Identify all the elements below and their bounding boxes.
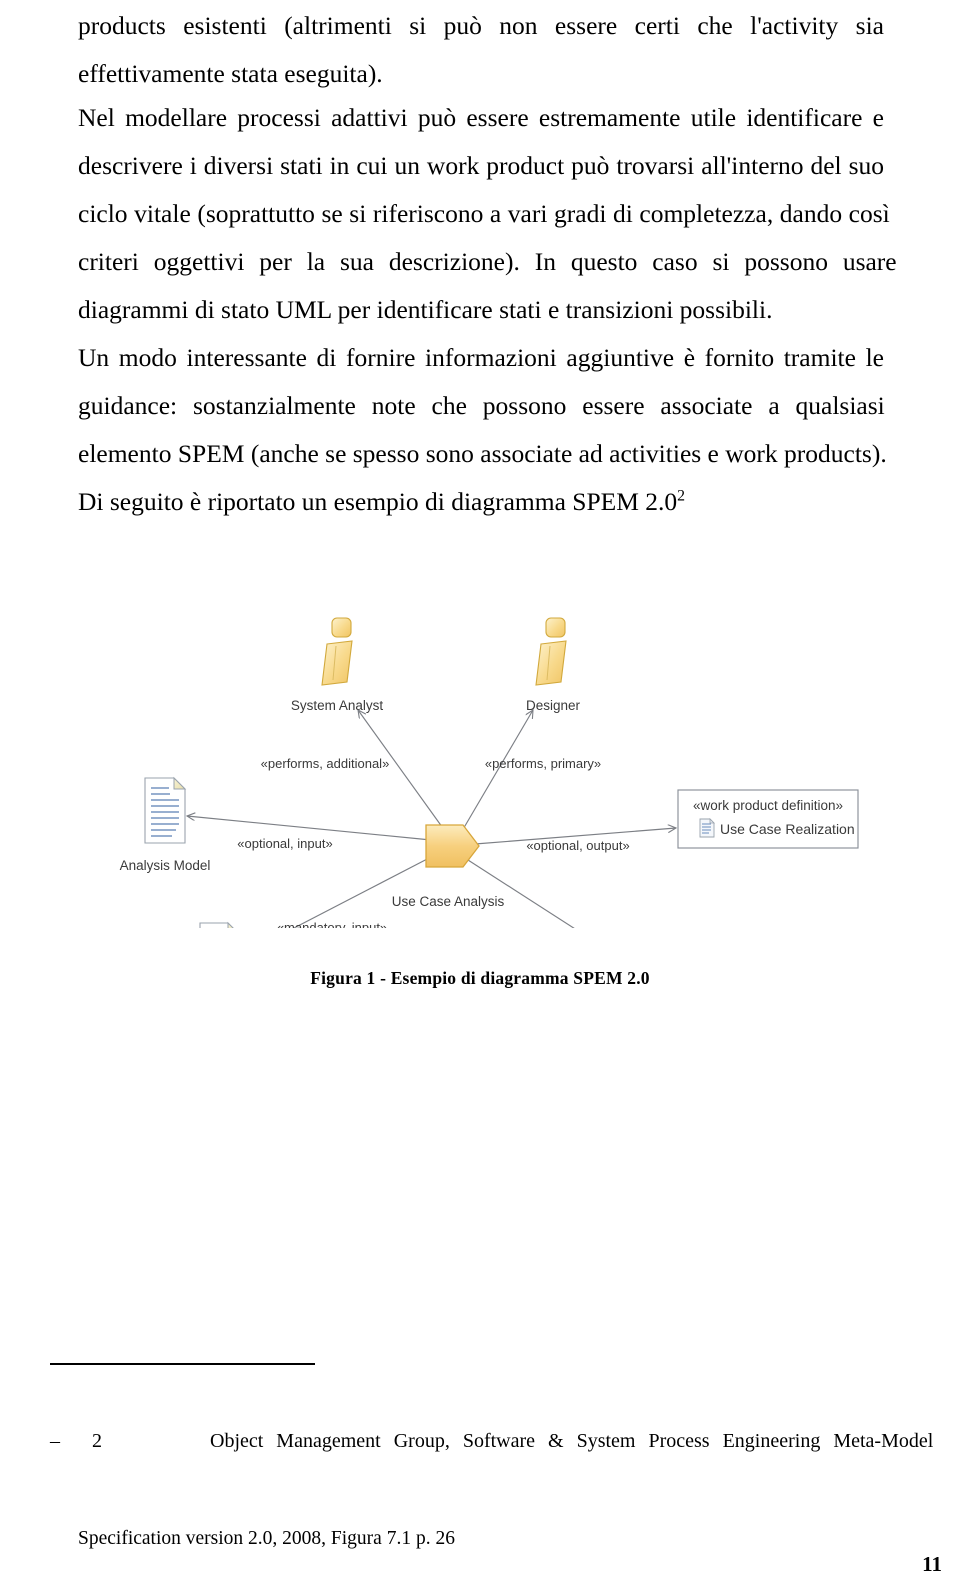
stereotype-label: «work product definition» (693, 798, 843, 813)
role-icon (535, 617, 567, 686)
node-label: Use Case Analysis (392, 894, 505, 909)
document-page: products esistenti (altrimenti si può no… (0, 0, 960, 1590)
footnote-number: 2 (92, 1430, 102, 1452)
footnote-text: Object Management Group, Software & Syst… (210, 1430, 934, 1452)
node-system-analyst[interactable]: System Analyst (291, 617, 384, 713)
node-use-case-input[interactable]: Use Case (188, 921, 247, 928)
text-line: Di seguito è riportato un esempio di dia… (78, 487, 678, 516)
edge-label: «mandatory, input» (277, 920, 387, 928)
footnote-marker: 2 (677, 487, 686, 505)
node-label: System Analyst (291, 698, 384, 713)
figure-caption: Figura 1 - Esempio di diagramma SPEM 2.0 (310, 968, 650, 988)
footnote-dash: – (50, 1430, 60, 1452)
text-line: Un modo interessante di fornire informaz… (78, 343, 884, 372)
role-icon (321, 617, 353, 686)
edge-label: «performs, primary» (485, 756, 601, 771)
text-line: criteri oggettivi per la sua descrizione… (78, 247, 897, 276)
text-line-with-footnote: Di seguito è riportato un esempio di dia… (78, 478, 884, 526)
page-number: 11 (922, 1552, 942, 1576)
paragraph-main: Nel modellare processi adattivi può esse… (78, 94, 897, 526)
footnote-separator (50, 1363, 315, 1365)
node-designer[interactable]: Designer (526, 617, 581, 713)
text-line: elemento SPEM (anche se spesso sono asso… (78, 439, 887, 468)
node-label: Designer (526, 698, 581, 713)
activity-shape (425, 824, 480, 868)
text-line: ciclo vitale (soprattutto se si riferisc… (78, 199, 890, 228)
footnote-line-1: – 2 Object Management Group, Software & Sy… (50, 1430, 933, 1453)
text-line: products esistenti (altrimenti si può no… (78, 11, 884, 40)
edge-label: «optional, output» (526, 838, 629, 853)
text-line: effettivamente stata eseguita). (78, 59, 383, 88)
text-line: diagrammi di stato UML per identificare … (78, 295, 773, 324)
text-line: descrivere i diversi stati in cui un wor… (78, 151, 884, 180)
node-analysis-model-input[interactable]: Analysis Model (120, 776, 211, 873)
node-label: Analysis Model (120, 858, 211, 873)
edge-label: «optional, input» (237, 836, 332, 851)
text-line: Nel modellare processi adattivi può esse… (78, 103, 884, 132)
node-work-product-definition[interactable]: «work product definition» Use Case Reali… (677, 789, 859, 849)
document-icon-small (699, 818, 715, 838)
edge-label: «performs, additional» (261, 756, 390, 771)
paragraph-continued: products esistenti (altrimenti si può no… (78, 2, 884, 98)
node-label: Use Case Realization (720, 821, 855, 837)
document-icon (199, 921, 234, 928)
footnote-line-2: Specification version 2.0, 2008, Figura … (78, 1528, 455, 1549)
document-icon (144, 776, 187, 844)
edge-mandatory-input (292, 855, 434, 928)
spem-diagram: System Analyst Designer Use Case Analysi… (100, 588, 900, 928)
text-line: guidance: sostanzialmente note che posso… (78, 391, 885, 420)
